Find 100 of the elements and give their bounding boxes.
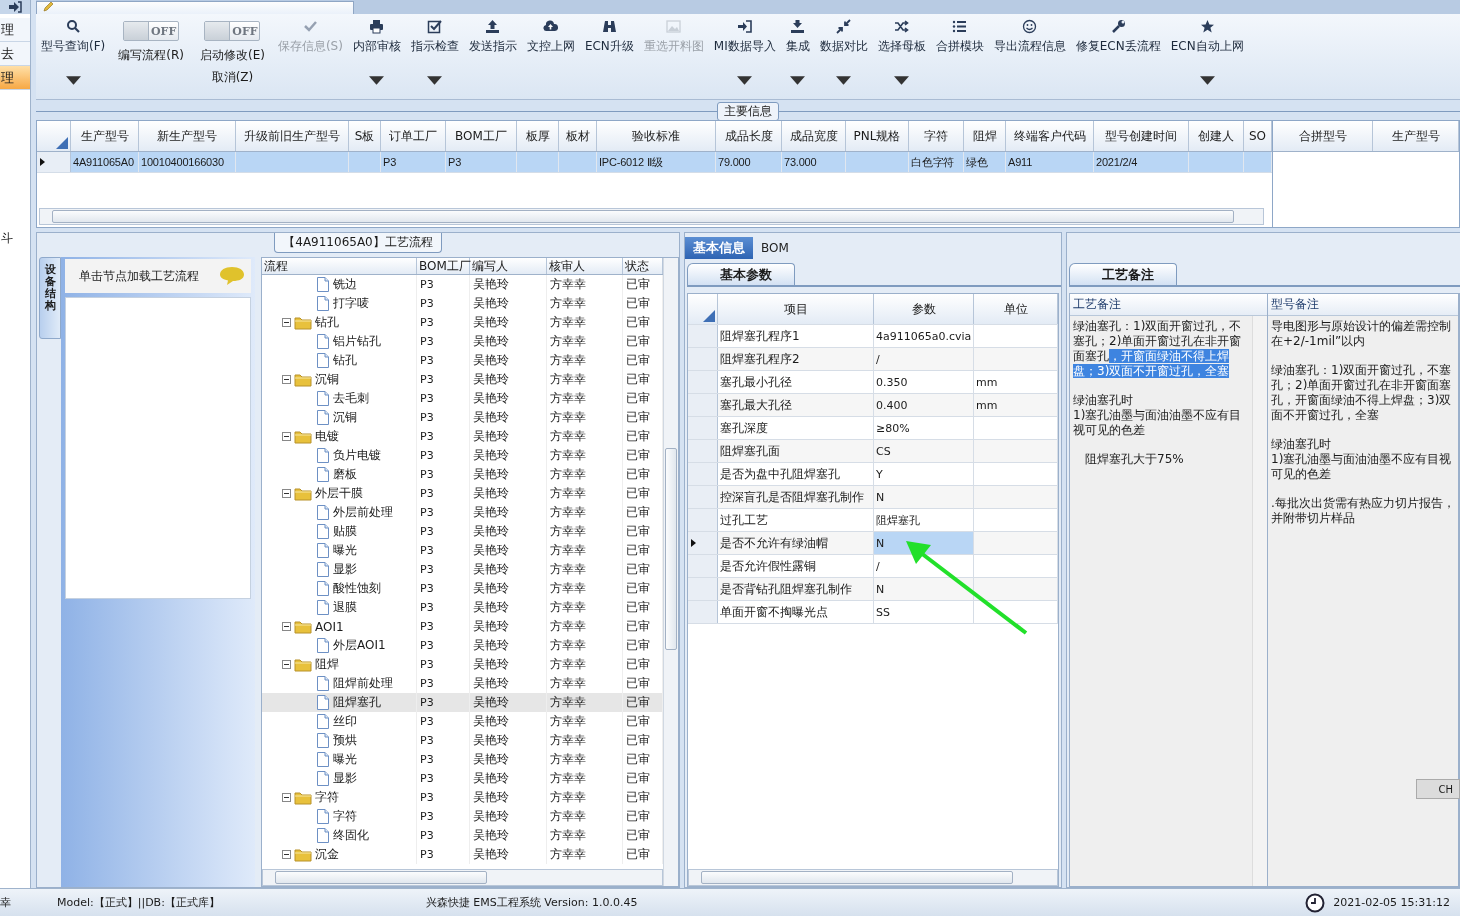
column-header[interactable]: 升级前旧生产型号 [236,121,349,151]
column-header[interactable]: 板材 [559,121,597,151]
collapse-icon[interactable] [282,432,291,441]
subtab[interactable]: 工艺备注 [1069,263,1177,285]
toggle-switch[interactable]: OFF [204,21,261,41]
flow-row[interactable]: 贴膜 P3 吴艳玲 方幸幸 已审 [262,522,663,541]
collapse-icon[interactable] [282,489,291,498]
subtab[interactable]: 基本参数 [687,263,795,285]
toolbar-button[interactable]: ECN自动上网 [1165,17,1249,90]
flow-row[interactable]: 曝光 P3 吴艳玲 方幸幸 已审 [262,541,663,560]
flow-row[interactable]: 磨板 P3 吴艳玲 方幸幸 已审 [262,465,663,484]
column-header[interactable]: 成品宽度 [782,121,846,151]
flow-row[interactable]: 钻孔 P3 吴艳玲 方幸幸 已审 [262,351,663,370]
column-header[interactable]: 生产型号 [1373,121,1459,151]
column-header[interactable]: 编写人 [470,258,547,274]
vertical-scrollbar[interactable] [1252,316,1267,886]
toggle-switch[interactable]: OFF [123,21,180,41]
column-header[interactable]: BOM工厂 [417,258,470,274]
flow-row[interactable]: 沉金 P3 吴艳玲 方幸幸 已审 [262,845,663,864]
toolbar-button[interactable]: ECN升级 [579,17,639,79]
toolbar-button[interactable]: 导出流程信息 [988,17,1071,79]
horizontal-scrollbar[interactable] [262,869,663,886]
collapse-icon[interactable] [282,660,291,669]
column-header[interactable]: 验收标准 [597,121,716,151]
flow-row[interactable]: 丝印 P3 吴艳玲 方幸幸 已审 [262,712,663,731]
flow-row[interactable]: 字符 P3 吴艳玲 方幸幸 已审 [262,807,663,826]
column-header[interactable]: 生产型号 [71,121,139,151]
column-header[interactable]: S板 [349,121,381,151]
flow-row[interactable]: 去毛刺 P3 吴艳玲 方幸幸 已审 [262,389,663,408]
column-header[interactable]: 单位 [974,294,1058,324]
column-header[interactable]: 新生产型号 [139,121,236,151]
param-row[interactable]: 阻焊塞孔程序2 / [688,348,1058,371]
flow-row[interactable]: 退膜 P3 吴艳玲 方幸幸 已审 [262,598,663,617]
flow-row[interactable]: 铝片钻孔 P3 吴艳玲 方幸幸 已审 [262,332,663,351]
toolbar-button[interactable]: 发送指示 [463,17,522,79]
flow-row[interactable]: 打字唛 P3 吴艳玲 方幸幸 已审 [262,294,663,313]
flow-row[interactable]: AOI1 P3 吴艳玲 方幸幸 已审 [262,617,663,636]
flow-row[interactable]: 电镀 P3 吴艳玲 方幸幸 已审 [262,427,663,446]
flow-row[interactable]: 沉铜 P3 吴艳玲 方幸幸 已审 [262,408,663,427]
flow-row[interactable]: 阻焊 P3 吴艳玲 方幸幸 已审 [262,655,663,674]
param-row[interactable]: 塞孔最大孔径 0.400 mm [688,394,1058,417]
flow-row[interactable]: 沉铜 P3 吴艳玲 方幸幸 已审 [262,370,663,389]
toolbar-button[interactable]: MI数据导入 [708,17,781,90]
collapse-icon[interactable] [282,850,291,859]
nav-item[interactable]: 理 [0,66,30,90]
flow-row[interactable]: 曝光 P3 吴艳玲 方幸幸 已审 [262,750,663,769]
column-header[interactable]: 终端客户代码 [1006,121,1094,151]
toolbar-button[interactable]: 集成 [780,17,815,90]
param-row[interactable]: 单面开窗不掏曝光点 SS [688,601,1058,624]
toolbar-button[interactable]: 内部审核 [347,17,406,90]
flow-row[interactable]: 酸性蚀刻 P3 吴艳玲 方幸幸 已审 [262,579,663,598]
flow-row[interactable]: 终固化 P3 吴艳玲 方幸幸 已审 [262,826,663,845]
column-header[interactable]: SO [1244,121,1272,151]
toolbar-button[interactable]: 文控上网 [521,17,580,79]
toolbar-button[interactable]: 选择母板 [872,17,931,90]
column-header[interactable]: 创建人 [1189,121,1244,151]
param-row[interactable]: 控深盲孔是否阻焊塞孔制作 N [688,486,1058,509]
column-header[interactable]: 项目 [718,294,874,324]
flow-row[interactable]: 钻孔 P3 吴艳玲 方幸幸 已审 [262,313,663,332]
language-indicator[interactable]: CH [1416,779,1460,799]
toolbar-button[interactable]: 修复ECN丢流程 [1070,17,1166,79]
flow-row[interactable]: 阻焊塞孔 P3 吴艳玲 方幸幸 已审 [262,693,663,712]
toolbar-button[interactable]: 合拼模块 [930,17,989,79]
nav-item[interactable]: 理 [0,18,30,42]
vertical-scrollbar[interactable] [663,258,678,886]
param-row[interactable]: 是否不允许有绿油帽 N [688,532,1058,555]
collapse-icon[interactable] [282,318,291,327]
horizontal-scrollbar[interactable] [39,208,1264,225]
column-header[interactable]: 订单工厂 [381,121,446,151]
tab[interactable]: 基本信息 [685,237,753,259]
flow-row[interactable]: 外层干膜 P3 吴艳玲 方幸幸 已审 [262,484,663,503]
toolbar-button[interactable]: 指示检查 [405,17,464,90]
column-header[interactable]: BOM工厂 [446,121,517,151]
column-header[interactable]: 阻焊 [964,121,1006,151]
column-header[interactable]: 字符 [909,121,964,151]
collapse-icon[interactable] [282,793,291,802]
flow-row[interactable]: 外层前处理 P3 吴艳玲 方幸幸 已审 [262,503,663,522]
toolbar-button[interactable]: 数据对比 [814,17,873,90]
exit-icon[interactable] [8,1,22,13]
collapse-icon[interactable] [282,375,291,384]
param-row[interactable]: 阻焊塞孔面 CS [688,440,1058,463]
column-header[interactable]: 合拼型号 [1273,121,1373,151]
flow-row[interactable]: 显影 P3 吴艳玲 方幸幸 已审 [262,560,663,579]
column-header[interactable]: 参数 [874,294,974,324]
horizontal-scrollbar[interactable] [688,869,1058,886]
column-header[interactable]: 工艺备注 [1070,294,1267,316]
column-header[interactable]: 板厚 [517,121,559,151]
flow-row[interactable]: 字符 P3 吴艳玲 方幸幸 已审 [262,788,663,807]
column-header[interactable]: 成品长度 [716,121,782,151]
flow-row[interactable]: 预烘 P3 吴艳玲 方幸幸 已审 [262,731,663,750]
column-header[interactable]: PNL规格 [846,121,909,151]
table-row[interactable]: 4A911065A0 10010400166030 P3 P3 IPC-6012 Ⅱ级 79.000 73.000 白色字符 绿色 A911 2021/2/4 [37,152,1272,173]
column-header[interactable]: 型号备注 [1268,294,1458,316]
nav-item[interactable]: 去 [0,42,30,66]
collapse-icon[interactable] [282,622,291,631]
param-row[interactable]: 是否背钻孔阻焊塞孔制作 N [688,578,1058,601]
flow-row[interactable]: 显影 P3 吴艳玲 方幸幸 已审 [262,769,663,788]
side-tab[interactable]: 设备结构 [39,257,61,339]
column-header[interactable]: 流程 [262,258,417,274]
flow-row[interactable]: 负片电镀 P3 吴艳玲 方幸幸 已审 [262,446,663,465]
